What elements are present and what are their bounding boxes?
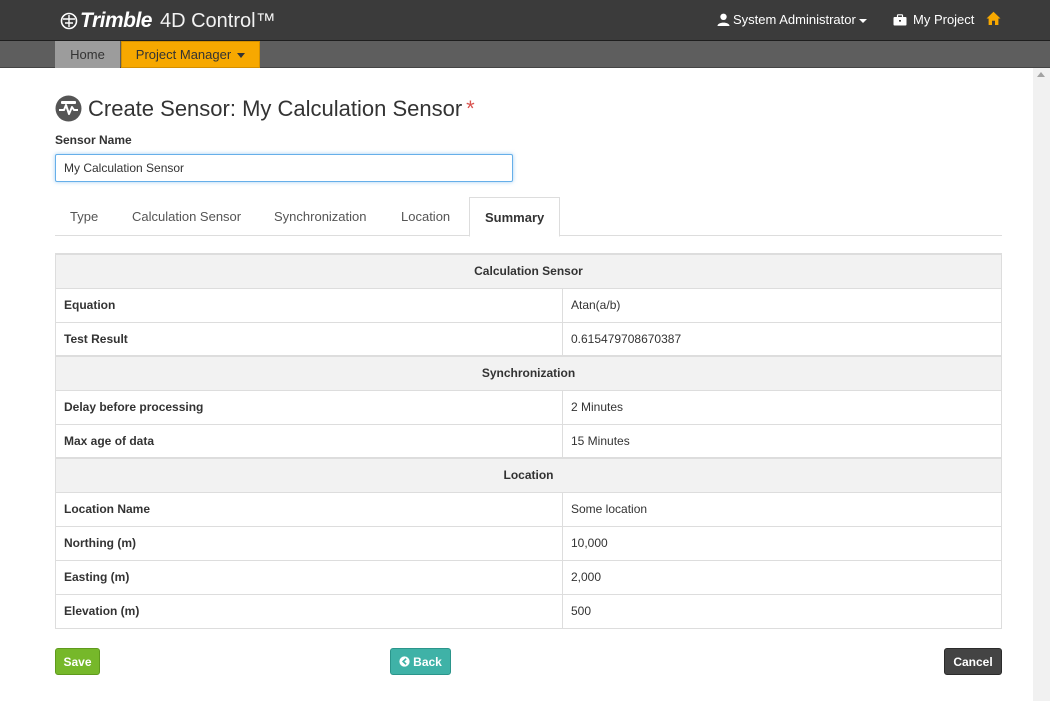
tab-summary[interactable]: Summary [469, 197, 561, 237]
page-title-text: Create Sensor: My Calculation Sensor [88, 96, 463, 121]
table-row: Northing (m) 10,000 [55, 525, 1002, 561]
row-value: 2 Minutes [562, 389, 1002, 425]
nav-home[interactable]: Home [55, 41, 120, 68]
table-row: Location Name Some location [55, 491, 1002, 527]
home-icon[interactable] [986, 11, 1001, 26]
back-button[interactable]: Back [390, 648, 451, 675]
brand[interactable]: Trimble 4D Control™ [60, 8, 276, 34]
tab-location[interactable]: Location [386, 197, 465, 236]
sensor-name-label: Sensor Name [55, 133, 132, 147]
section-title-synchronization: Synchronization [55, 355, 1002, 391]
required-mark: * [466, 96, 475, 121]
row-value: Some location [562, 491, 1002, 527]
row-value: 0.615479708670387 [562, 321, 1002, 357]
nav-project-manager-label: Project Manager [135, 47, 232, 62]
row-key: Easting (m) [55, 559, 563, 595]
sensor-name-input[interactable] [55, 154, 513, 182]
row-key: Delay before processing [55, 389, 563, 425]
row-key: Max age of data [55, 423, 563, 459]
row-key: Equation [55, 287, 563, 323]
nav-project-manager[interactable]: Project Manager [121, 41, 260, 68]
row-value: 500 [562, 593, 1002, 629]
project-menu[interactable]: My Project [893, 12, 974, 27]
tab-type[interactable]: Type [55, 197, 113, 236]
chevron-down-icon [237, 53, 246, 58]
main-nav: Home Project Manager [0, 41, 1050, 68]
briefcase-icon [893, 13, 907, 25]
summary-table: Calculation Sensor Equation Atan(a/b) Te… [55, 253, 1002, 629]
table-row: Elevation (m) 500 [55, 593, 1002, 629]
product-name: 4D Control™ [159, 9, 276, 32]
table-row: Easting (m) 2,000 [55, 559, 1002, 595]
project-menu-label: My Project [913, 12, 975, 27]
back-button-label: Back [413, 654, 442, 669]
row-value: 15 Minutes [562, 423, 1002, 459]
chevron-down-icon [858, 18, 867, 23]
section-title-calculation: Calculation Sensor [55, 253, 1002, 289]
trimble-logo-icon [60, 12, 78, 30]
table-row: Equation Atan(a/b) [55, 287, 1002, 323]
table-row: Delay before processing 2 Minutes [55, 389, 1002, 425]
row-value: 2,000 [562, 559, 1002, 595]
page-title: Create Sensor: My Calculation Sensor * [88, 95, 475, 122]
table-row: Max age of data 15 Minutes [55, 423, 1002, 459]
row-key: Northing (m) [55, 525, 563, 561]
user-menu[interactable]: System Administrator [717, 12, 867, 27]
brand-name: Trimble [80, 9, 152, 32]
save-button[interactable]: Save [55, 648, 100, 675]
row-key: Elevation (m) [55, 593, 563, 629]
tab-calculation-sensor[interactable]: Calculation Sensor [117, 197, 256, 236]
sensor-icon [55, 95, 82, 122]
cancel-button[interactable]: Cancel [944, 648, 1002, 675]
row-value: 10,000 [562, 525, 1002, 561]
row-value: Atan(a/b) [562, 287, 1002, 323]
user-icon [717, 13, 730, 26]
app-header: Trimble 4D Control™ System Administrator… [0, 0, 1050, 41]
vertical-scrollbar[interactable] [1033, 68, 1050, 701]
tab-synchronization[interactable]: Synchronization [259, 197, 382, 236]
arrow-circle-left-icon [399, 656, 410, 667]
table-section-header: Synchronization [55, 355, 1002, 391]
section-title-location: Location [55, 457, 1002, 493]
table-section-header: Calculation Sensor [55, 253, 1002, 289]
table-section-header: Location [55, 457, 1002, 493]
table-row: Test Result 0.615479708670387 [55, 321, 1002, 357]
user-menu-label: System Administrator [733, 12, 856, 27]
row-key: Location Name [55, 491, 563, 527]
scroll-up-arrow-icon[interactable] [1037, 72, 1045, 77]
wizard-tabs: Type Calculation Sensor Synchronization … [55, 197, 1002, 237]
row-key: Test Result [55, 321, 563, 357]
